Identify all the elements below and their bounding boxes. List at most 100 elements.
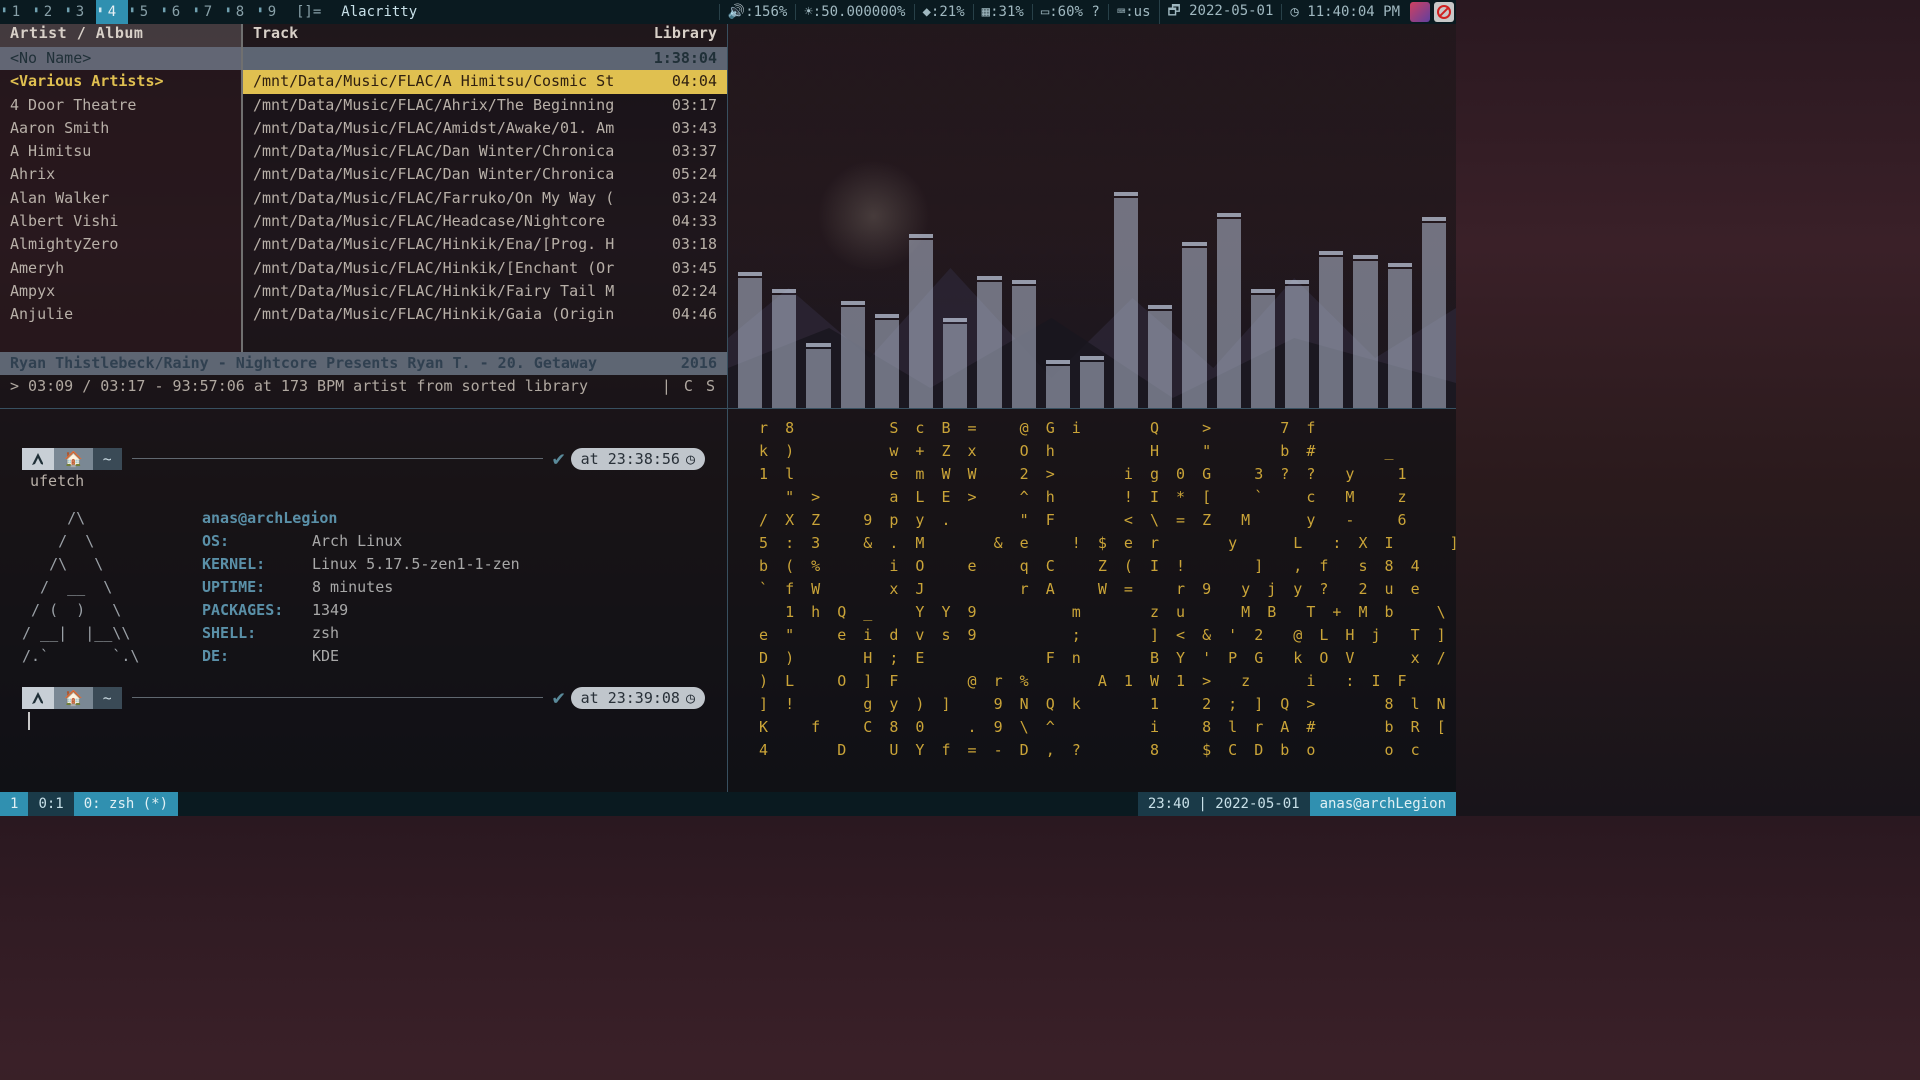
artist-row[interactable]: 4 Door Theatre (0, 94, 241, 117)
track-row[interactable]: /mnt/Data/Music/FLAC/Hinkik/Fairy Tail M… (243, 280, 727, 303)
check-icon: ✔ (553, 686, 565, 709)
spectrum-bar (1080, 362, 1104, 408)
spectrum-bar (909, 240, 933, 408)
spectrum-bar (1046, 366, 1070, 408)
spectrum-bar (1148, 311, 1172, 408)
workspace-list: ▘1▘2▘3▘4▘5▘6▘7▘8▘9 (0, 0, 288, 24)
artist-column-header: Artist / Album (0, 24, 241, 47)
terminal-pane[interactable]: 🏠 ~ ✔ at 23:38:56 ◷ ufetch /\ / \ /\ \ /… (0, 409, 727, 792)
artist-row[interactable]: AlmightyZero (0, 233, 241, 256)
workspace-5[interactable]: ▘5 (128, 0, 160, 24)
arch-icon (22, 687, 54, 709)
volume-indicator[interactable]: 🔊:156% (719, 4, 796, 20)
artist-row[interactable]: A Himitsu (0, 140, 241, 163)
artist-row[interactable]: Albert Vishi (0, 210, 241, 233)
artist-list[interactable]: <No Name><Various Artists>4 Door Theatre… (0, 47, 241, 352)
track-row[interactable]: /mnt/Data/Music/FLAC/Hinkik/Gaia (Origin… (243, 303, 727, 326)
spectrum-bar (1182, 248, 1206, 408)
cmatrix-pane: r 8 S c B = @ G i Q > 7 f U j E Q k ) w … (728, 409, 1456, 792)
workspace-3[interactable]: ▘3 (64, 0, 96, 24)
tmux-session[interactable]: 1 (0, 792, 28, 816)
artist-row[interactable]: <No Name> (0, 47, 241, 70)
workspace-2[interactable]: ▘2 (32, 0, 64, 24)
layout-indicator: []= (288, 4, 329, 20)
audio-visualizer-pane (728, 24, 1456, 408)
memory-usage: ▦:31% (973, 4, 1032, 20)
keyboard-layout[interactable]: ⌨:us (1108, 4, 1159, 20)
ascii-logo: /\ / \ /\ \ / __ \ / ( ) \ / __| |__\\ /… (22, 507, 202, 668)
user-host: anas@archLegion (202, 507, 337, 530)
spectrum-bar (977, 282, 1001, 408)
workspace-1[interactable]: ▘1 (0, 0, 32, 24)
track-row[interactable]: /mnt/Data/Music/FLAC/Dan Winter/Chronica… (243, 163, 727, 186)
spectrum-bar (1285, 286, 1309, 408)
tray-icon-toolbox[interactable] (1410, 2, 1430, 22)
spectrum-bar (1353, 261, 1377, 408)
spectrum-bar (1012, 286, 1036, 408)
spectrum-bar (1114, 198, 1138, 408)
clock: ◷ 11:40:04 PM (1281, 4, 1408, 20)
cpu-usage: ◆:21% (914, 4, 973, 20)
prompt-time-2: at 23:39:08 ◷ (571, 687, 705, 709)
spectrum-bars (738, 24, 1446, 408)
prompt-time-1: at 23:38:56 ◷ (571, 448, 705, 470)
track-row[interactable]: /mnt/Data/Music/FLAC/A Himitsu/Cosmic St… (243, 70, 727, 93)
window-title: Alacritty (329, 4, 429, 20)
artist-row[interactable]: Ahrix (0, 163, 241, 186)
workspace-6[interactable]: ▘6 (160, 0, 192, 24)
arch-icon (22, 448, 54, 470)
music-player-pane[interactable]: Artist / Album Track Library <No Name><V… (0, 24, 727, 408)
track-row[interactable]: /mnt/Data/Music/FLAC/Amidst/Awake/01. Am… (243, 117, 727, 140)
spectrum-bar (738, 278, 762, 408)
track-row[interactable]: /mnt/Data/Music/FLAC/Headcase/Nightcore … (243, 210, 727, 233)
clock-icon: ◷ (686, 448, 695, 470)
home-icon: 🏠 (54, 448, 93, 470)
workspace-4[interactable]: ▘4 (96, 0, 128, 24)
clock-icon: ◷ (686, 687, 695, 709)
track-row[interactable]: /mnt/Data/Music/FLAC/Hinkik/[Enchant (Or… (243, 257, 727, 280)
status-bar: ▘1▘2▘3▘4▘5▘6▘7▘8▘9 []= Alacritty 🔊:156% … (0, 0, 1456, 24)
artist-row[interactable]: Ampyx (0, 280, 241, 303)
tmux-host: anas@archLegion (1310, 792, 1456, 816)
track-row[interactable]: /mnt/Data/Music/FLAC/Farruko/On My Way (… (243, 187, 727, 210)
artist-row[interactable]: Ameryh (0, 257, 241, 280)
spectrum-bar (1422, 223, 1446, 408)
now-playing-bar: Ryan Thistlebeck/Rainy - Nightcore Prese… (0, 352, 727, 375)
artist-row[interactable]: Alan Walker (0, 187, 241, 210)
track-row[interactable]: /mnt/Data/Music/FLAC/Ahrix/The Beginning… (243, 94, 727, 117)
track-row[interactable]: /mnt/Data/Music/FLAC/Hinkik/Ena/[Prog. H… (243, 233, 727, 256)
track-row[interactable]: /mnt/Data/Music/FLAC/Dan Winter/Chronica… (243, 140, 727, 163)
cursor (28, 712, 30, 730)
tmux-status-bar: 1 0:1 0: zsh (*) 23:40 | 2022-05-01 anas… (0, 792, 1456, 816)
spectrum-bar (1217, 219, 1241, 408)
cwd-indicator: ~ (93, 687, 122, 709)
system-info: anas@archLegion OS:Arch LinuxKERNEL:Linu… (202, 507, 520, 668)
player-status-line: > 03:09 / 03:17 - 93:57:06 at 173 BPM ar… (0, 375, 727, 398)
home-icon: 🏠 (54, 687, 93, 709)
prompt-line-2: 🏠 ~ ✔ at 23:39:08 ◷ (22, 686, 705, 709)
track-list[interactable]: 1:38:04/mnt/Data/Music/FLAC/A Himitsu/Co… (241, 47, 727, 352)
workspace-8[interactable]: ▘8 (224, 0, 256, 24)
date-indicator: 🗗 2022-05-01 (1159, 0, 1282, 24)
check-icon: ✔ (553, 447, 565, 470)
library-label: Library (654, 24, 717, 47)
spectrum-bar (841, 307, 865, 408)
prompt-line-1: 🏠 ~ ✔ at 23:38:56 ◷ (22, 447, 705, 470)
workspace-9[interactable]: ▘9 (256, 0, 288, 24)
spectrum-bar (806, 349, 830, 408)
spectrum-bar (772, 295, 796, 408)
brightness-indicator: ☀:50.000000% (795, 4, 913, 20)
artist-row[interactable]: Anjulie (0, 303, 241, 326)
command-input: ufetch (22, 470, 705, 493)
spectrum-bar (1319, 257, 1343, 408)
track-row[interactable]: 1:38:04 (243, 47, 727, 70)
workspace-7[interactable]: ▘7 (192, 0, 224, 24)
artist-row[interactable]: <Various Artists> (0, 70, 241, 93)
tray-icon-blocker[interactable] (1434, 2, 1454, 22)
tmux-clock: 23:40 | 2022-05-01 (1138, 792, 1310, 816)
spectrum-bar (1251, 295, 1275, 408)
cwd-indicator: ~ (93, 448, 122, 470)
tmux-window[interactable]: 0: zsh (*) (74, 792, 178, 816)
track-column-header: Track (253, 24, 298, 47)
artist-row[interactable]: Aaron Smith (0, 117, 241, 140)
